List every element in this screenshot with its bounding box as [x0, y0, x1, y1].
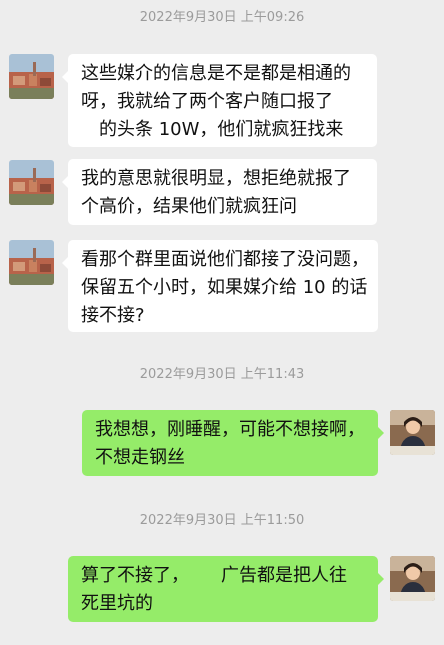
contact-avatar[interactable] — [9, 240, 54, 285]
user-avatar[interactable] — [390, 410, 435, 455]
message-bubble-outgoing[interactable]: 算了不接了， 广告都是把人往 死里坑的 — [68, 556, 384, 622]
contact-avatar[interactable] — [9, 160, 54, 205]
message-text: 我想想，刚睡醒，可能不想接啊， — [95, 419, 365, 440]
user-avatar[interactable] — [390, 556, 435, 601]
message-text: 的头条 10W，他们就疯狂找来 — [99, 119, 344, 140]
timestamp: 2022年9月30日 上午11:50 — [139, 513, 305, 528]
message-text-line: 算了不接了， 广告都是把人往 — [81, 562, 366, 590]
message-text: 这些媒介的信息是不是都是相通的 — [81, 63, 351, 84]
message-text: 保留五个小时，如果媒介给 10 的话 — [81, 277, 368, 298]
message-text: 看那个群里面说他们都接了没问题， — [81, 249, 369, 270]
message-text: 呀，我就给了两个客户随口报了 — [81, 91, 333, 112]
timestamp: 2022年9月30日 上午11:43 — [139, 367, 305, 382]
message-text: 不想走钢丝 — [95, 447, 185, 468]
message-text: 算了不接了， — [81, 565, 189, 586]
message-bubble-incoming[interactable]: 我的意思就很明显，想拒绝就报了 个高价，结果他们就疯狂问 — [62, 159, 377, 225]
message-text: 广告都是把人往 — [221, 565, 347, 586]
contact-avatar[interactable] — [9, 54, 54, 99]
message-bubble-incoming[interactable]: 看那个群里面说他们都接了没问题， 保留五个小时，如果媒介给 10 的话 接不接? — [62, 240, 378, 332]
message-text: 我的意思就很明显，想拒绝就报了 — [81, 168, 351, 189]
message-bubble-incoming[interactable]: 这些媒介的信息是不是都是相通的 呀，我就给了两个客户随口报了 的头条 10W，他… — [62, 54, 377, 147]
message-text: 接不接? — [81, 305, 145, 326]
message-bubble-outgoing[interactable]: 我想想，刚睡醒，可能不想接啊， 不想走钢丝 — [82, 410, 384, 476]
message-text: 死里坑的 — [81, 593, 153, 614]
timestamp: 2022年9月30日 上午09:26 — [139, 10, 305, 25]
message-text: 个高价，结果他们就疯狂问 — [81, 196, 297, 217]
redacted-region — [189, 565, 221, 583]
